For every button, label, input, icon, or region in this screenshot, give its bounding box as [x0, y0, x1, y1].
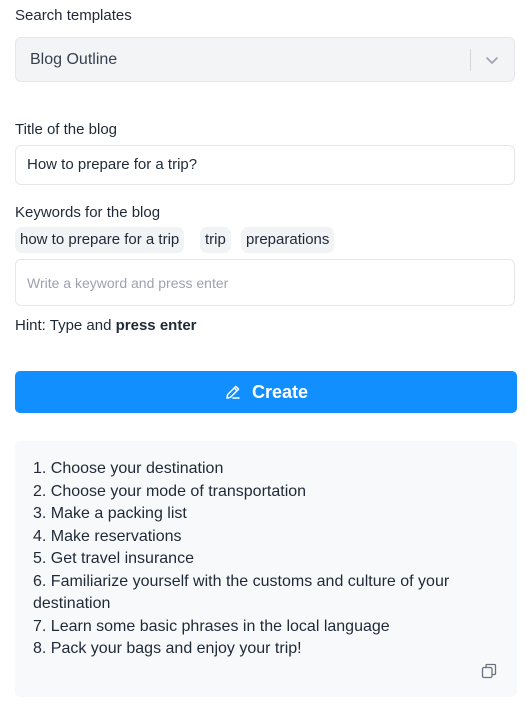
result-list: 1. Choose your destination 2. Choose you… — [33, 458, 493, 661]
result-line: 1. Choose your destination — [33, 460, 224, 477]
template-select-value: Blog Outline — [30, 51, 118, 68]
copy-icon[interactable] — [481, 663, 497, 679]
pencil-edit-icon — [226, 385, 240, 399]
keyword-tag[interactable]: trip — [200, 227, 231, 253]
result-line: 5. Get travel insurance — [33, 550, 194, 567]
keyword-tag[interactable]: preparations — [241, 227, 335, 253]
result-line: 6. Familiarize yourself with the customs… — [33, 572, 450, 613]
hint-emphasis: press enter — [115, 317, 197, 334]
keywords-label: Keywords for the blog — [15, 204, 161, 221]
result-panel: 1. Choose your destination 2. Choose you… — [15, 441, 517, 697]
blog-title-input[interactable]: How to prepare for a trip? — [15, 145, 515, 185]
result-line: 4. Make reservations — [33, 527, 182, 545]
result-line: 3. Make a packing list — [33, 505, 187, 522]
keyword-tag[interactable]: how to prepare for a trip — [15, 227, 185, 253]
hint-text: Hint: Type and press enter — [15, 317, 197, 334]
search-templates-label: Search templates — [15, 7, 132, 24]
result-line: 8. Pack your bags and enjoy your trip! — [33, 640, 302, 657]
hint-prefix: Hint: Type and — [15, 317, 112, 334]
result-line: 2. Choose your mode of transportation — [33, 482, 307, 500]
blog-title-label: Title of the blog — [15, 121, 118, 138]
keyword-input[interactable]: Write a keyword and press enter — [15, 259, 515, 306]
create-button[interactable]: Create — [15, 371, 517, 413]
chevron-down-icon[interactable] — [484, 52, 500, 68]
blog-title-value: How to prepare for a trip? — [27, 156, 198, 173]
result-line: 7. Learn some basic phrases in the local… — [33, 617, 390, 635]
keyword-input-placeholder: Write a keyword and press enter — [27, 275, 229, 291]
template-select[interactable]: Blog Outline — [15, 37, 515, 82]
select-divider — [470, 49, 471, 71]
create-button-label: Create — [251, 381, 309, 402]
